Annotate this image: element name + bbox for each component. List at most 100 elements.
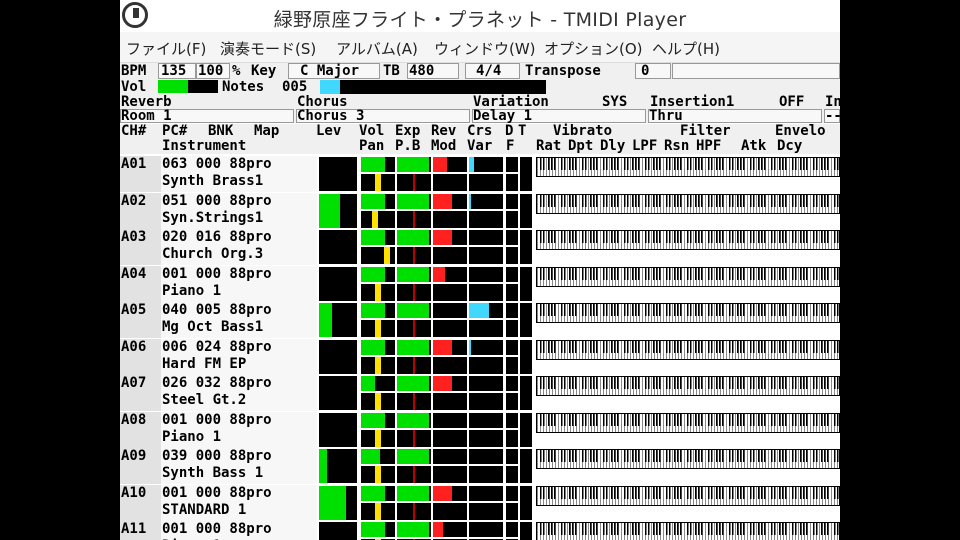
d-indicator xyxy=(506,230,518,245)
expression-fill xyxy=(397,303,430,318)
instrument-info[interactable]: 001 000 88proPiano 1 xyxy=(161,521,317,540)
instrument-info[interactable]: 039 000 88pro Synth Bass 1 xyxy=(161,448,317,484)
header-d: D xyxy=(505,123,514,139)
modulation-bar xyxy=(433,210,467,228)
channel-number: A02 xyxy=(120,192,161,229)
instrument-name: Syn.Strings1 xyxy=(162,209,264,226)
volume-bar xyxy=(361,193,395,209)
f-indicator xyxy=(506,393,518,410)
insertion-label: Insertion1 xyxy=(650,94,735,110)
instrument-info[interactable]: 001 000 88pro STANDARD 1 xyxy=(161,484,317,521)
f-indicator xyxy=(506,429,518,447)
pan-bar xyxy=(361,320,395,337)
channel-number-text: A08 xyxy=(121,411,147,428)
channel-row[interactable]: A08 001 000 88pro Piano 1 xyxy=(120,411,840,448)
pitch-bend-bar xyxy=(397,283,431,301)
header-ch: CH# xyxy=(121,123,147,139)
keyboard xyxy=(536,193,840,214)
pitch-bend-center xyxy=(413,429,415,447)
insertion-state[interactable]: OFF xyxy=(779,95,804,109)
channel-row[interactable]: A09 039 000 88pro Synth Bass 1 xyxy=(120,448,840,484)
variation-send-bar xyxy=(469,466,503,483)
channel-number: A09 xyxy=(120,448,161,484)
menu-play-mode[interactable]: 演奏モード(S) xyxy=(220,38,316,59)
instrument-info[interactable]: 001 000 88proPiano 1 xyxy=(161,411,317,448)
expression-bar xyxy=(397,157,431,172)
channel-row[interactable]: A07 026 032 88pro Steel Gt.2 xyxy=(120,375,840,411)
pitch-bend-center xyxy=(413,466,415,483)
chorus-send-bar xyxy=(469,230,503,245)
channel-row[interactable]: A03 020 016 88pro Church Org.3 xyxy=(120,229,840,265)
header-f: F xyxy=(506,138,515,154)
pan-bar xyxy=(361,393,395,410)
menu-window[interactable]: ウィンドウ(W) xyxy=(434,38,536,59)
f-indicator xyxy=(506,210,518,228)
instrument-info[interactable]: 063 000 88pro Synth Brass1 xyxy=(161,156,317,192)
modulation-bar xyxy=(433,502,467,520)
instrument-name: Synth Brass1 xyxy=(162,173,264,189)
header-envelope: Envelo xyxy=(775,123,826,139)
header-dly: Dly xyxy=(600,138,626,154)
expression-fill xyxy=(397,522,430,537)
menu-options[interactable]: オプション(O) xyxy=(544,38,643,59)
volume-bar xyxy=(361,266,395,282)
keyboard xyxy=(536,303,840,323)
expression-bar xyxy=(397,230,431,245)
channel-number-text: A05 xyxy=(121,302,147,318)
instrument-info[interactable]: 040 005 88pro Mg Oct Bass1 xyxy=(161,302,317,338)
notes-meter xyxy=(320,80,546,94)
instrument-info[interactable]: 006 024 88pro Hard FM EP xyxy=(161,338,317,375)
expression-fill xyxy=(397,412,430,428)
volume-fill xyxy=(361,449,380,464)
title-bar: 緑野原座フライト・プラネット - TMIDI Player xyxy=(120,0,840,32)
expression-bar xyxy=(397,522,431,537)
level-meter xyxy=(319,303,357,337)
expression-fill xyxy=(397,157,430,172)
instrument-info[interactable]: 051 000 88pro Syn.Strings1 xyxy=(161,192,317,229)
channel-row[interactable]: A06 006 024 88pro Hard FM EP xyxy=(120,338,840,375)
chorus-value: Chorus 3 xyxy=(297,108,365,124)
d-indicator xyxy=(506,449,518,464)
variation-send-bar xyxy=(469,210,503,228)
channel-row[interactable]: A02 051 000 88pro Syn.Strings1 xyxy=(120,192,840,229)
channel-row[interactable]: A05 040 005 88pro Mg Oct Bass1 xyxy=(120,302,840,338)
channel-number-text: A09 xyxy=(121,448,147,464)
d-indicator xyxy=(506,339,518,355)
t-indicator xyxy=(520,266,532,301)
header-pb: P.B xyxy=(395,138,421,154)
pitch-bend-center xyxy=(413,393,415,410)
menu-help[interactable]: ヘルプ(H) xyxy=(652,38,720,59)
instrument-info[interactable]: 020 016 88pro Church Org.3 xyxy=(161,229,317,265)
keyboard xyxy=(536,157,840,177)
menu-album[interactable]: アルバム(A) xyxy=(336,38,418,59)
instrument-info[interactable]: 001 000 88proPiano 1 xyxy=(161,265,317,302)
volume-fill xyxy=(361,412,385,428)
instrument-name: Synth Bass 1 xyxy=(162,465,264,481)
level-meter xyxy=(319,522,357,540)
variation-send-bar xyxy=(469,356,503,374)
instrument-info[interactable]: 026 032 88pro Steel Gt.2 xyxy=(161,375,317,411)
channel-row[interactable]: A04 001 000 88pro Piano 1 xyxy=(120,265,840,302)
expression-fill xyxy=(397,376,430,391)
volume-bar xyxy=(361,230,395,245)
d-indicator xyxy=(506,485,518,501)
channel-number: A05 xyxy=(120,302,161,338)
variation-send-bar xyxy=(469,320,503,337)
chorus-label: Chorus xyxy=(297,94,348,110)
tempo-percent: 100 xyxy=(198,63,224,79)
header-vibrato: Vibrato xyxy=(553,123,613,139)
key-label: Key xyxy=(251,63,277,79)
channel-row[interactable]: A11 001 000 88proPiano 1 xyxy=(120,521,840,540)
volume-fill xyxy=(361,522,385,537)
time-signature: 4/4 xyxy=(476,63,502,79)
channel-number-text: A03 xyxy=(121,229,147,245)
keyboard xyxy=(536,485,840,506)
sys-label: SYS xyxy=(602,94,628,110)
tb-value: 480 xyxy=(409,63,435,79)
menu-file[interactable]: ファイル(F) xyxy=(126,38,206,59)
reverb-bar xyxy=(433,339,467,355)
reverb-bar xyxy=(433,485,467,501)
channel-row[interactable]: A01 063 000 88pro Synth Brass1 xyxy=(120,156,840,192)
volume-bar xyxy=(361,449,395,464)
channel-row[interactable]: A10 001 000 88pro STANDARD 1 xyxy=(120,484,840,521)
